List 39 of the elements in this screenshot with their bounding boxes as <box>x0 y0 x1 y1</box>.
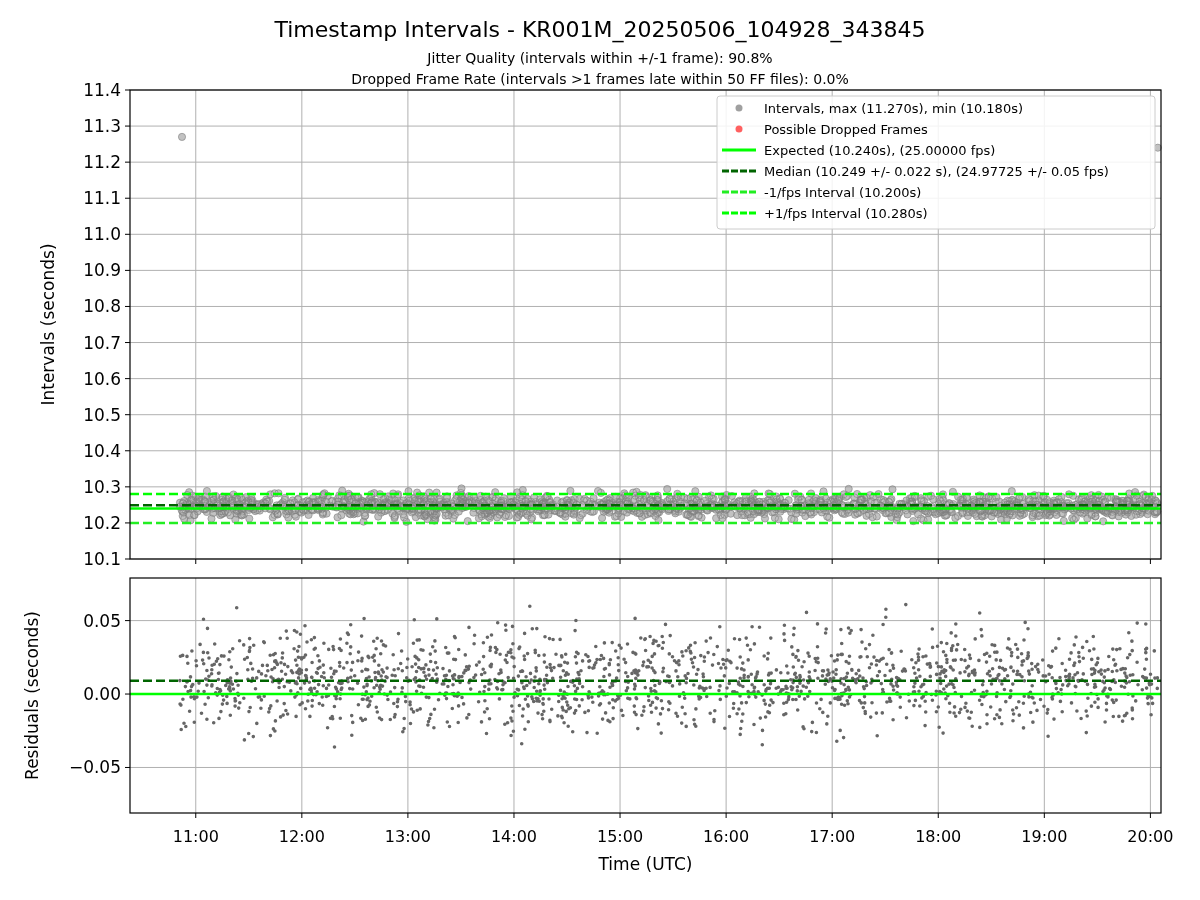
x-axis-label: Time (UTC) <box>598 854 693 874</box>
chart-subtitle: Dropped Frame Rate (intervals >1 frames late within 50 FF files): 0.0% <box>351 71 849 87</box>
y-tick-label: 10.1 <box>83 549 121 569</box>
x-tick-label: 18:00 <box>915 827 962 846</box>
y-tick-label: 10.2 <box>83 512 121 533</box>
y-tick-label: 0.00 <box>83 684 121 705</box>
legend-label: Median (10.249 +/- 0.022 s), (24.97725 +/- 0.05 fps) <box>764 163 1109 179</box>
legend-label: Possible Dropped Frames <box>764 121 928 137</box>
x-tick-label: 11:00 <box>172 827 219 846</box>
legend-label: Expected (10.240s), (25.00000 fps) <box>764 142 996 158</box>
y-tick-label: 11.4 <box>83 80 121 100</box>
legend-label: Intervals, max (11.270s), min (10.180s) <box>764 100 1023 116</box>
y-tick-label: 10.9 <box>83 260 121 281</box>
legend-label: -1/fps Interval (10.200s) <box>764 184 922 200</box>
x-tick-label: 19:00 <box>1021 827 1068 846</box>
x-tick-label: 13:00 <box>384 827 431 846</box>
x-tick-label: 14:00 <box>490 827 538 846</box>
y-tick-label: 10.6 <box>83 368 121 389</box>
y-tick-label: 10.3 <box>83 476 121 497</box>
y-tick-label: 11.0 <box>83 224 121 245</box>
y-tick-label: 11.3 <box>83 116 121 137</box>
y-axis-label: Intervals (seconds) <box>38 243 58 406</box>
y-tick-label: 10.4 <box>83 440 121 461</box>
y-tick-label: 10.7 <box>83 332 121 353</box>
y-tick-label: 11.2 <box>83 152 121 173</box>
x-tick-label: 12:00 <box>278 827 325 846</box>
y-axis-label: Residuals (seconds) <box>22 611 42 780</box>
x-tick-label: 17:00 <box>809 827 856 846</box>
x-tick-label: 20:00 <box>1127 827 1174 846</box>
legend-label: +1/fps Interval (10.280s) <box>764 205 928 221</box>
y-tick-label: 10.5 <box>83 404 121 425</box>
y-tick-label: −0.05 <box>68 757 121 778</box>
x-tick-label: 16:00 <box>703 827 750 846</box>
y-tick-label: 0.05 <box>83 610 121 631</box>
chart-subtitle: Jitter Quality (intervals within +/-1 frame): 90.8% <box>427 50 773 66</box>
y-tick-label: 11.1 <box>83 188 121 209</box>
x-tick-label: 15:00 <box>597 827 644 846</box>
y-tick-label: 10.8 <box>83 296 121 317</box>
chart-title: Timestamp Intervals - KR001M_20250506_104928_343845 <box>274 17 926 42</box>
